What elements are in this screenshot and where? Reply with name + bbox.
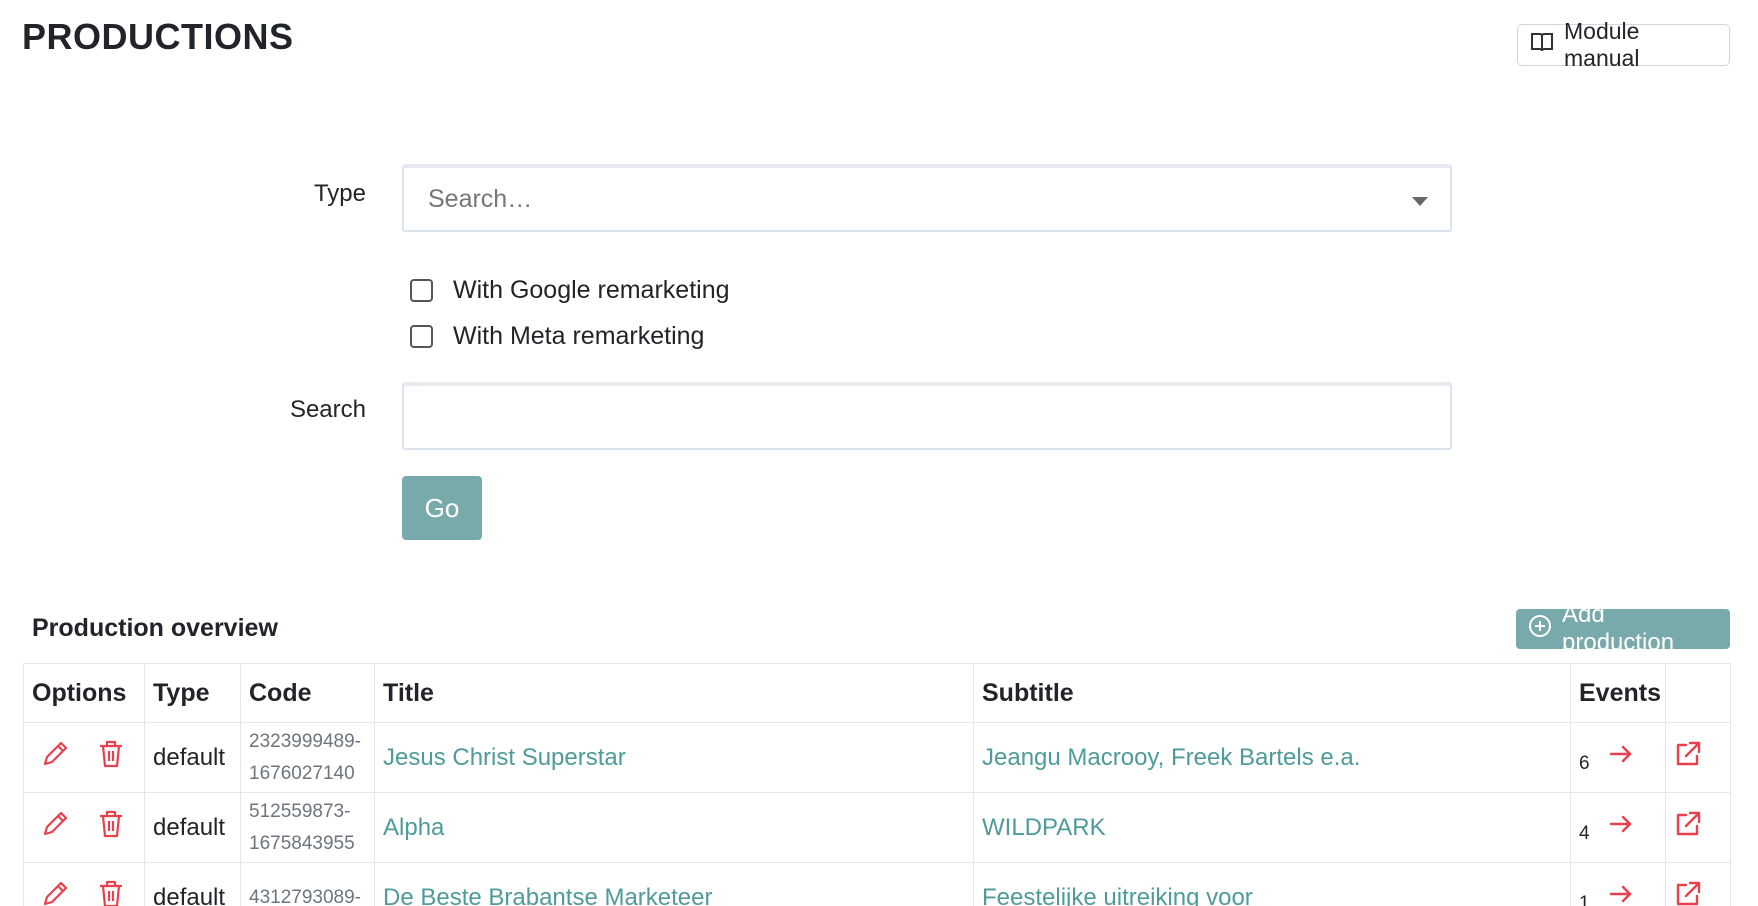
- code-part-1: 4312793089-: [249, 886, 361, 906]
- google-remarketing-row[interactable]: With Google remarketing: [410, 276, 730, 305]
- external-link-icon[interactable]: [1674, 740, 1702, 775]
- search-input[interactable]: [402, 382, 1452, 450]
- open-cell: [1665, 722, 1731, 793]
- meta-remarketing-label: With Meta remarketing: [453, 322, 705, 350]
- type-cell: default: [144, 792, 241, 863]
- type-select-placeholder: Search…: [428, 184, 533, 213]
- table-row: default 2323999489- 1676027140 Jesus Chri…: [23, 722, 1731, 793]
- trash-icon[interactable]: [98, 809, 124, 846]
- overview-title: Production overview: [32, 614, 278, 642]
- production-subtitle-link[interactable]: WILDPARK: [982, 814, 1106, 841]
- production-table: Options Type Code Title Subtitle Events: [23, 663, 1731, 906]
- caret-down-icon: [1412, 197, 1428, 206]
- production-title-link[interactable]: De Beste Brabantse Marketeer: [383, 884, 713, 906]
- google-remarketing-checkbox[interactable]: [410, 279, 433, 302]
- title-cell: De Beste Brabantse Marketeer: [374, 862, 974, 906]
- column-header-title: Title: [374, 663, 974, 723]
- add-production-label: Add production: [1562, 601, 1675, 656]
- options-cell: [23, 792, 145, 863]
- plus-circle-icon: [1528, 614, 1552, 645]
- code-cell: 2323999489- 1676027140: [240, 722, 375, 793]
- options-cell: [23, 862, 145, 906]
- title-cell: Jesus Christ Superstar: [374, 722, 974, 793]
- subtitle-cell: Jeangu Macrooy, Freek Bartels e.a.: [973, 722, 1571, 793]
- type-label: Type: [313, 180, 366, 207]
- code-part-2: 1675843955: [249, 832, 355, 854]
- subtitle-cell: WILDPARK: [973, 792, 1571, 863]
- trash-icon[interactable]: [98, 739, 124, 776]
- type-cell: default: [144, 862, 241, 906]
- book-icon: [1530, 31, 1554, 59]
- meta-remarketing-row[interactable]: With Meta remarketing: [410, 322, 704, 351]
- arrow-right-icon[interactable]: [1608, 811, 1634, 844]
- events-cell: 1: [1570, 862, 1666, 906]
- code-cell: 4312793089-: [240, 862, 375, 906]
- events-cell: 6: [1570, 722, 1666, 793]
- external-link-icon[interactable]: [1674, 880, 1702, 906]
- events-cell: 4: [1570, 792, 1666, 863]
- module-manual-button[interactable]: Module manual: [1517, 18, 1730, 71]
- production-title-link[interactable]: Jesus Christ Superstar: [383, 744, 626, 771]
- table-row: default 512559873- 1675843955 Alpha WILDP…: [23, 792, 1731, 863]
- type-select[interactable]: Search…: [402, 164, 1452, 232]
- search-label: Search: [289, 396, 366, 423]
- meta-remarketing-checkbox[interactable]: [410, 325, 433, 348]
- open-cell: [1665, 792, 1731, 863]
- google-remarketing-label: With Google remarketing: [453, 276, 730, 304]
- type-cell: default: [144, 722, 241, 793]
- open-cell: [1665, 862, 1731, 906]
- column-header-type: Type: [144, 663, 241, 723]
- arrow-right-icon[interactable]: [1608, 881, 1634, 906]
- options-cell: [23, 722, 145, 793]
- title-cell: Alpha: [374, 792, 974, 863]
- column-header-subtitle: Subtitle: [973, 663, 1571, 723]
- events-count: 4: [1579, 822, 1590, 844]
- subtitle-cell: Feestelijke uitreiking voor: [973, 862, 1571, 906]
- table-row: default 4312793089- De Beste Brabantse M…: [23, 862, 1731, 906]
- pencil-icon[interactable]: [40, 879, 70, 906]
- page: PRODUCTIONS Module manual Type Search… W…: [0, 0, 1758, 906]
- column-header-open: [1665, 663, 1731, 723]
- production-subtitle-link[interactable]: Feestelijke uitreiking voor: [982, 884, 1253, 906]
- events-count: 6: [1579, 752, 1590, 774]
- code-cell: 512559873- 1675843955: [240, 792, 375, 863]
- production-title-link[interactable]: Alpha: [383, 814, 444, 841]
- code-part-1: 2323999489-: [249, 730, 361, 752]
- go-button[interactable]: Go: [402, 476, 482, 540]
- code-part-2: 1676027140: [249, 762, 355, 784]
- add-production-button[interactable]: Add production: [1516, 601, 1730, 656]
- events-count: 1: [1579, 892, 1590, 906]
- page-title: PRODUCTIONS: [22, 16, 294, 57]
- column-header-code: Code: [240, 663, 375, 723]
- column-header-events: Events: [1570, 663, 1666, 723]
- arrow-right-icon[interactable]: [1608, 741, 1634, 774]
- code-part-1: 512559873-: [249, 800, 351, 822]
- table-header-row: Options Type Code Title Subtitle Events: [23, 663, 1731, 723]
- pencil-icon[interactable]: [40, 739, 70, 776]
- production-subtitle-link[interactable]: Jeangu Macrooy, Freek Bartels e.a.: [982, 744, 1360, 771]
- pencil-icon[interactable]: [40, 809, 70, 846]
- trash-icon[interactable]: [98, 879, 124, 906]
- column-header-options: Options: [23, 663, 145, 723]
- external-link-icon[interactable]: [1674, 810, 1702, 845]
- module-manual-label: Module manual: [1564, 18, 1640, 71]
